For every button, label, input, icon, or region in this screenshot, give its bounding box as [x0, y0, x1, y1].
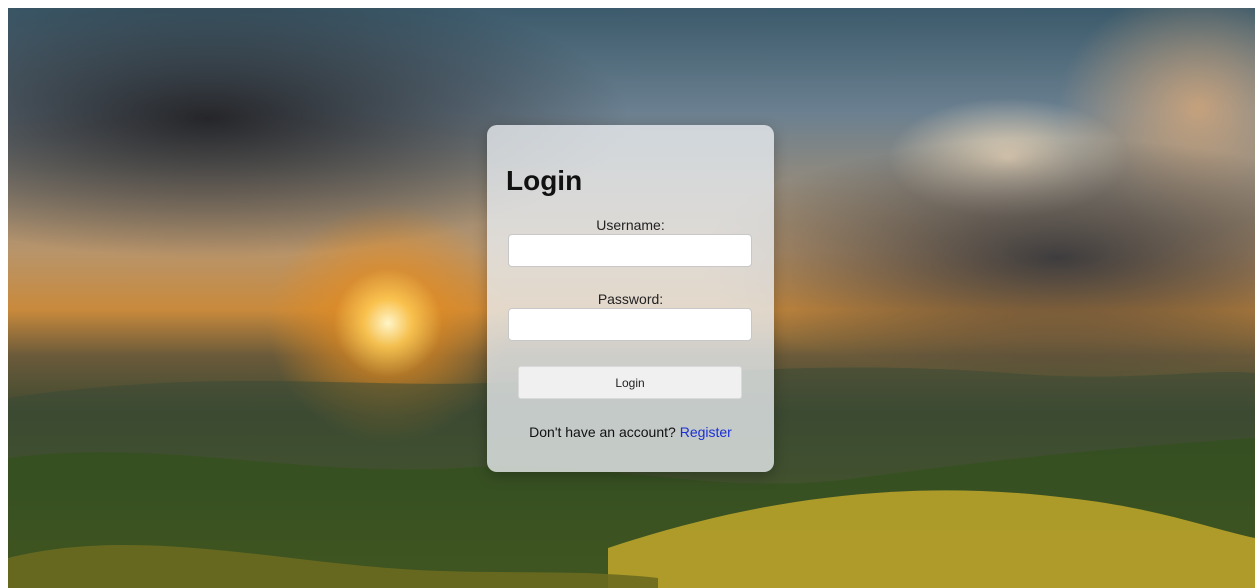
username-input[interactable]: [508, 234, 752, 267]
register-link[interactable]: Register: [680, 424, 732, 440]
password-input[interactable]: [508, 308, 752, 341]
login-card: Login Username: Password: Login Don't ha…: [487, 125, 774, 472]
login-button[interactable]: Login: [518, 366, 742, 399]
register-prompt: Don't have an account? Register: [487, 424, 774, 440]
register-prompt-text: Don't have an account?: [529, 424, 676, 440]
login-title: Login: [506, 165, 583, 196]
username-label: Username:: [596, 217, 665, 233]
password-label: Password:: [597, 291, 664, 307]
page-frame: Login Username: Password: Login Don't ha…: [8, 8, 1255, 588]
